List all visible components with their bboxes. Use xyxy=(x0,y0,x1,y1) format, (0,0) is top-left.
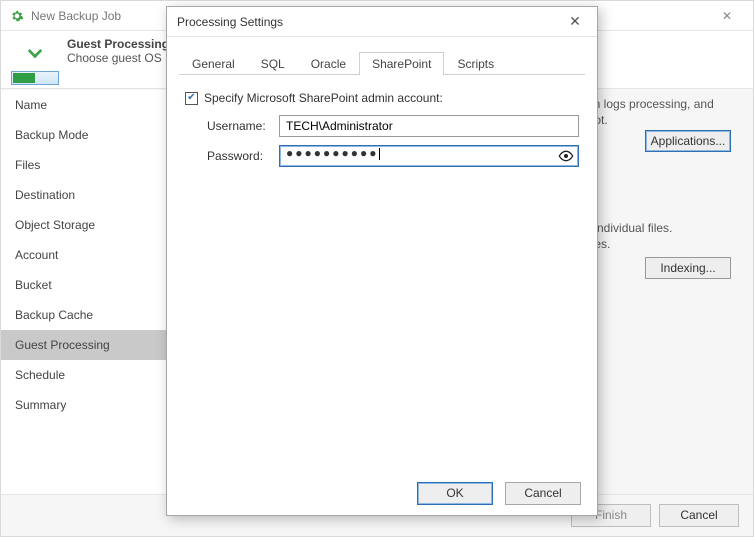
checkbox-icon[interactable]: ✔ xyxy=(185,92,198,105)
gear-icon xyxy=(9,8,25,24)
dialog-tabs: General SQL Oracle SharePoint Scripts xyxy=(179,51,585,75)
wizard-nav: Name Backup Mode Files Destination Objec… xyxy=(1,90,179,494)
nav-item-backup-cache[interactable]: Backup Cache xyxy=(1,300,178,330)
nav-item-account[interactable]: Account xyxy=(1,240,178,270)
tab-sql[interactable]: SQL xyxy=(248,52,298,75)
specify-account-checkbox-row[interactable]: ✔ Specify Microsoft SharePoint admin acc… xyxy=(185,91,579,105)
cancel-button[interactable]: Cancel xyxy=(659,504,739,527)
password-input[interactable]: ●●●●●●●●●● xyxy=(279,145,579,167)
nav-item-guest-processing[interactable]: Guest Processing xyxy=(1,330,178,360)
tab-general[interactable]: General xyxy=(179,52,248,75)
nav-item-summary[interactable]: Summary xyxy=(1,390,178,420)
checkbox-label: Specify Microsoft SharePoint admin accou… xyxy=(204,91,443,105)
applications-button[interactable]: Applications... xyxy=(645,130,731,152)
dialog-close-button[interactable]: ✕ xyxy=(563,13,587,30)
tab-pane-sharepoint: ✔ Specify Microsoft SharePoint admin acc… xyxy=(167,75,597,187)
wizard-close-button[interactable]: ✕ xyxy=(709,9,745,23)
dialog-titlebar: Processing Settings ✕ xyxy=(167,7,597,37)
nav-item-backup-mode[interactable]: Backup Mode xyxy=(1,120,178,150)
content-text-apps: tion logs processing, andboot. xyxy=(581,96,731,128)
backup-icon xyxy=(15,37,55,77)
tab-oracle[interactable]: Oracle xyxy=(298,52,359,75)
dialog-title: Processing Settings xyxy=(177,15,563,29)
nav-item-destination[interactable]: Destination xyxy=(1,180,178,210)
dialog-cancel-button[interactable]: Cancel xyxy=(505,482,581,505)
nav-item-schedule[interactable]: Schedule xyxy=(1,360,178,390)
wizard-header-title: Guest Processing xyxy=(67,37,169,51)
username-input[interactable] xyxy=(279,115,579,137)
password-label: Password: xyxy=(207,149,279,163)
reveal-password-icon[interactable] xyxy=(557,147,575,165)
processing-settings-dialog: Processing Settings ✕ General SQL Oracle… xyxy=(166,6,598,516)
content-text-indexing: of individual files.eries. xyxy=(581,220,731,252)
tab-scripts[interactable]: Scripts xyxy=(444,52,507,75)
indexing-button[interactable]: Indexing... xyxy=(645,257,731,279)
nav-item-bucket[interactable]: Bucket xyxy=(1,270,178,300)
ok-button[interactable]: OK xyxy=(417,482,493,505)
wizard-header-subtitle: Choose guest OS xyxy=(67,51,169,65)
tab-sharepoint[interactable]: SharePoint xyxy=(359,52,444,75)
username-label: Username: xyxy=(207,119,279,133)
dialog-footer: OK Cancel xyxy=(167,471,597,515)
nav-item-name[interactable]: Name xyxy=(1,90,178,120)
nav-item-files[interactable]: Files xyxy=(1,150,178,180)
nav-item-object-storage[interactable]: Object Storage xyxy=(1,210,178,240)
